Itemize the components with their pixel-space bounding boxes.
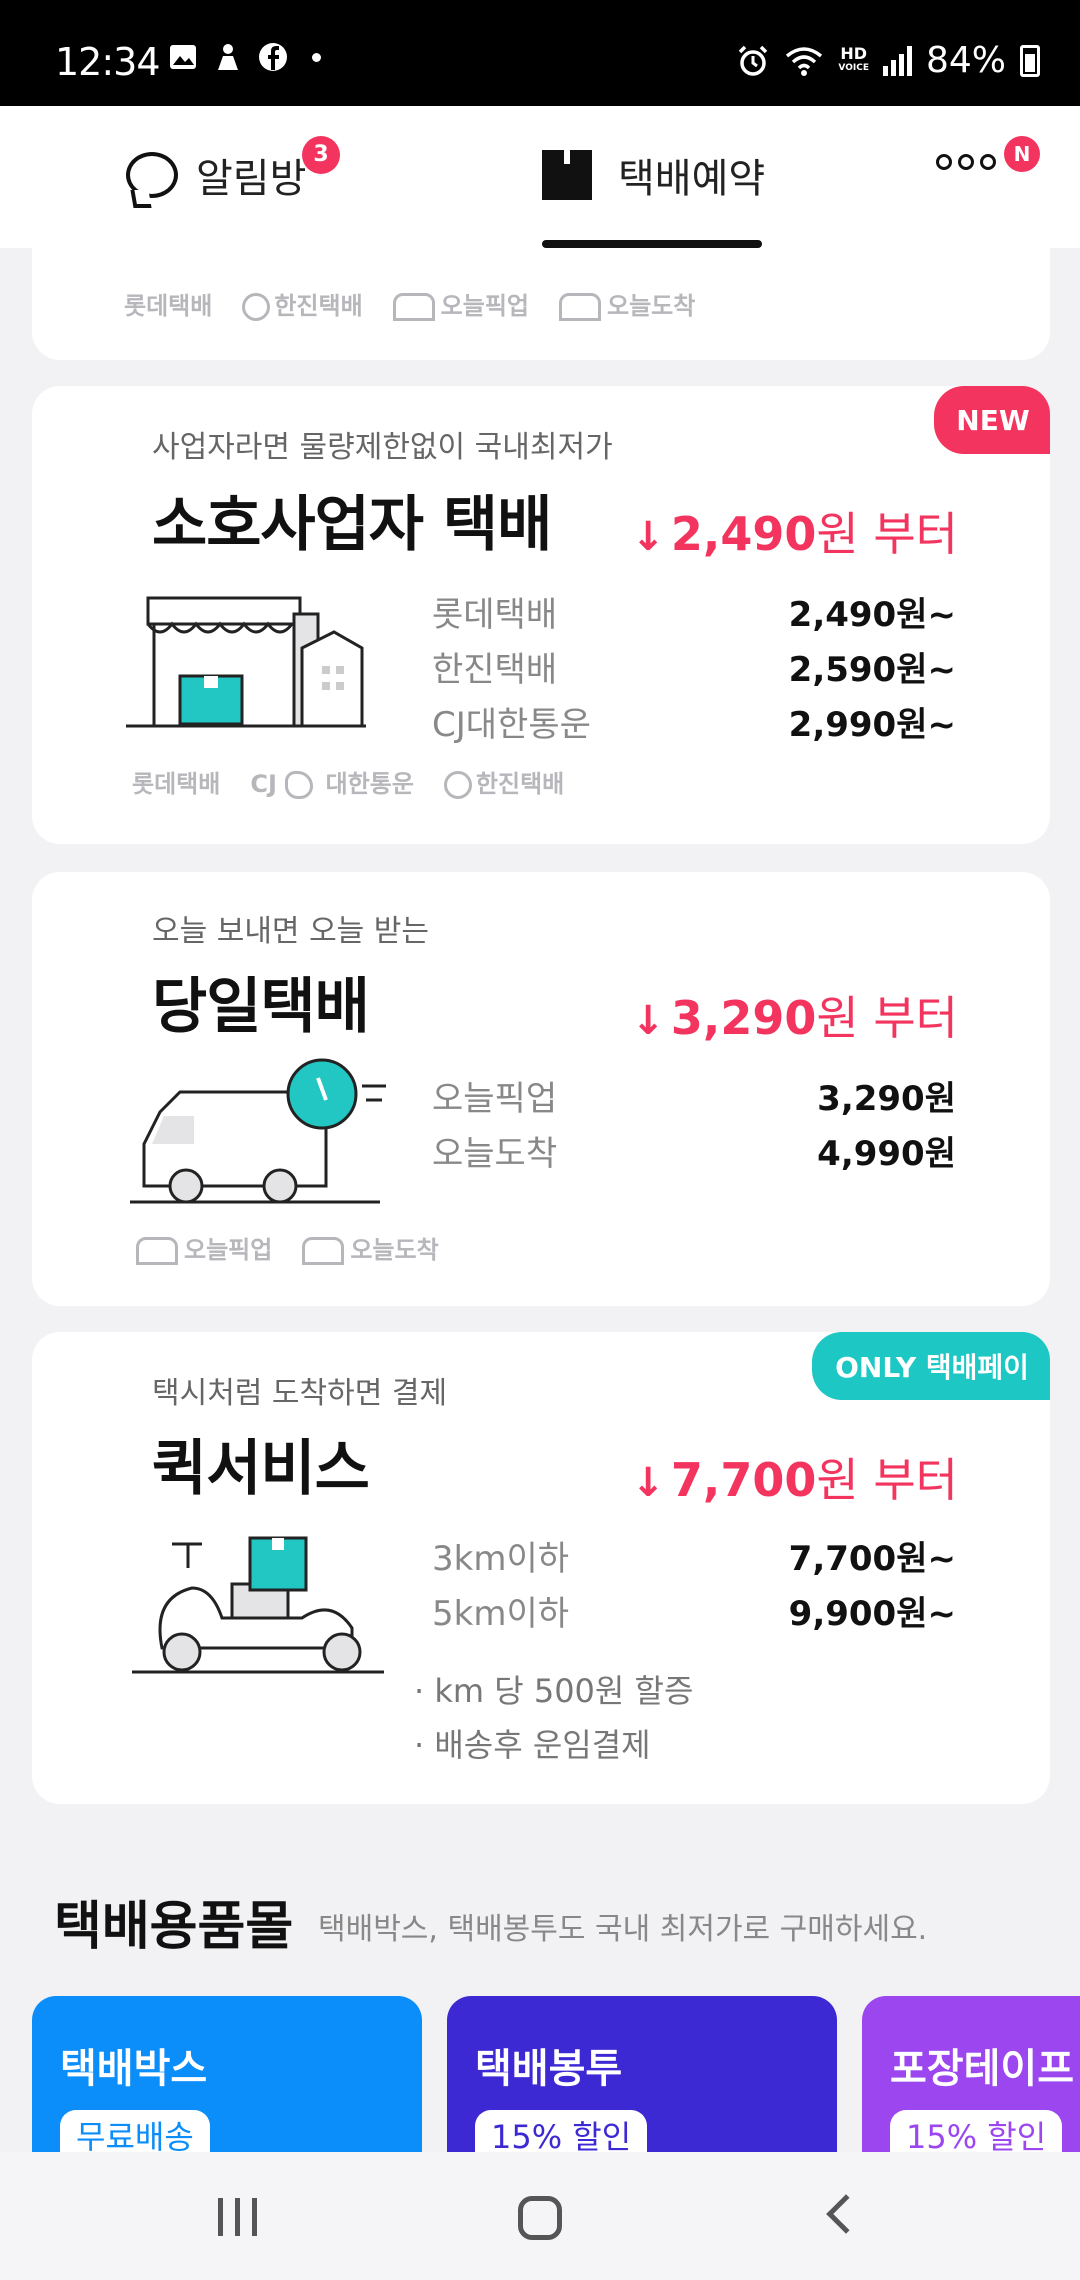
price-from-unit: 원 부터 xyxy=(816,1453,958,1507)
price-row: CJ대한통운 2,990원~ xyxy=(432,705,956,745)
same-day-delivery-card[interactable]: 오늘 보내면 오늘 받는 당일택배 ↓ 3,290원 부터 오늘픽업 3,290원 … xyxy=(32,872,1050,1306)
carrier-logo-today-arrival: 오늘도착 xyxy=(302,1230,439,1265)
alarm-icon xyxy=(739,45,768,76)
system-navigation-bar xyxy=(0,2152,1080,2280)
signal-icon xyxy=(882,45,912,76)
box-icon xyxy=(542,150,592,200)
back-button[interactable] xyxy=(826,2194,866,2234)
card-subtitle: 사업자라면 물량제한없이 국내최저가 xyxy=(152,430,613,465)
new-badge: NEW xyxy=(934,386,1050,454)
chat-bubble-icon xyxy=(126,152,178,198)
shop-section-subtitle: 택배박스, 택배봉투도 국내 최저가로 구매하세요. xyxy=(318,1912,928,1947)
recents-button[interactable] xyxy=(218,2198,257,2236)
quick-service-notes: · km 당 500원 할증 · 배송후 운임결제 xyxy=(414,1666,693,1774)
carrier-logos: 롯데택배 한진택배 오늘픽업 오늘도착 xyxy=(124,286,695,321)
new-badge: N xyxy=(1004,136,1040,172)
down-arrow-icon: ↓ xyxy=(631,998,665,1044)
carrier-logo-lotte: 롯데택배 xyxy=(132,770,221,798)
carrier-logo-today-pickup: 오늘픽업 xyxy=(136,1230,272,1265)
tab-alarm-room[interactable]: 알림방 3 xyxy=(126,136,340,204)
price-from-unit: 원 부터 xyxy=(816,507,958,561)
price-table: 오늘픽업 3,290원 오늘도착 4,990원 xyxy=(432,1068,956,1178)
facebook-icon xyxy=(259,43,287,71)
price-from: ↓ 7,700원 부터 xyxy=(631,1444,958,1510)
battery-percent: 84% xyxy=(925,40,1006,81)
today-logo-icon xyxy=(136,1237,178,1265)
price-from-value: 2,490 xyxy=(670,507,817,561)
carrier-logos: 롯데택배 CJ 대한통운 한진택배 xyxy=(132,764,564,799)
tab-booking-label: 택배예약 xyxy=(618,156,766,202)
price-from: ↓ 3,290원 부터 xyxy=(631,982,958,1048)
tile-badge: 무료배송 xyxy=(60,2110,210,2156)
down-arrow-icon: ↓ xyxy=(631,1460,665,1506)
tab-delivery-booking[interactable]: 택배예약 xyxy=(542,146,765,204)
carrier-logos: 오늘픽업 오늘도착 xyxy=(136,1230,439,1265)
home-button[interactable] xyxy=(518,2196,562,2240)
top-tab-bar: 알림방 3 택배예약 N xyxy=(0,106,1080,248)
soho-business-delivery-card[interactable]: NEW 사업자라면 물량제한없이 국내최저가 소호사업자 택배 ↓ 2,490원 … xyxy=(32,386,1050,844)
alarm-count-badge: 3 xyxy=(302,136,340,174)
shop-tile-box[interactable]: 택배박스 무료배송 xyxy=(32,1996,422,2156)
notification-icons xyxy=(168,42,321,72)
tile-badge: 15% 할인 xyxy=(890,2110,1063,2156)
storefront-icon xyxy=(126,596,366,728)
price-table: 3km이하 7,700원~ 5km이하 9,900원~ xyxy=(432,1528,956,1638)
gallery-icon xyxy=(170,45,196,69)
price-row: 오늘픽업 3,290원 xyxy=(432,1079,956,1119)
price-from-value: 3,290 xyxy=(670,991,817,1045)
only-pay-badge: ONLY 택배페이 xyxy=(812,1332,1050,1400)
card-subtitle: 오늘 보내면 오늘 받는 xyxy=(152,914,430,949)
tab-alarm-label: 알림방 xyxy=(196,156,307,202)
truck-clock-icon xyxy=(130,1058,386,1204)
today-logo-icon xyxy=(558,293,601,321)
hanjin-logo-icon xyxy=(242,293,271,321)
more-dots-icon xyxy=(936,154,996,170)
price-from: ↓ 2,490원 부터 xyxy=(631,498,958,564)
more-notifications-icon xyxy=(312,52,321,62)
carrier-logo-cj: CJ 대한통운 xyxy=(250,770,414,799)
active-tab-indicator xyxy=(542,240,762,248)
tile-name: 택배봉투 xyxy=(475,2046,623,2092)
carrier-logo-hanjin: 한진택배 xyxy=(242,286,363,321)
shop-section-title: 택배용품몰 xyxy=(54,1897,294,1957)
tile-name: 포장테이프 xyxy=(890,2046,1074,2092)
note-surcharge: · km 당 500원 할증 xyxy=(414,1672,694,1710)
quick-service-card[interactable]: ONLY 택배페이 택시처럼 도착하면 결제 퀵서비스 ↓ 7,700원 부터 3… xyxy=(32,1332,1050,1804)
price-row: 롯데택배 2,490원~ xyxy=(432,595,956,635)
person-icon xyxy=(218,44,238,70)
shop-tile-tape[interactable]: 포장테이프 15% 할인 xyxy=(862,1996,1080,2156)
price-row: 오늘도착 4,990원 xyxy=(432,1134,956,1174)
price-from-unit: 원 부터 xyxy=(816,991,958,1045)
price-row: 한진택배 2,590원~ xyxy=(432,650,956,690)
tile-badge: 15% 할인 xyxy=(475,2110,648,2156)
shop-tile-envelope[interactable]: 택배봉투 15% 할인 xyxy=(447,1996,837,2156)
price-table: 롯데택배 2,490원~ 한진택배 2,590원~ CJ대한통운 2,990원~ xyxy=(432,584,956,749)
system-icons: HD VOICE 84% xyxy=(736,40,1040,81)
price-row: 3km이하 7,700원~ xyxy=(432,1539,956,1579)
cj-logo-icon xyxy=(285,771,314,799)
scooter-icon xyxy=(132,1536,384,1674)
card-title: 소호사업자 택배 xyxy=(152,490,552,560)
card-title: 퀵서비스 xyxy=(152,1434,370,1504)
card-title: 당일택배 xyxy=(152,972,370,1042)
today-logo-icon xyxy=(302,1237,345,1265)
down-arrow-icon: ↓ xyxy=(631,514,665,560)
today-logo-icon xyxy=(392,293,435,321)
battery-icon xyxy=(1020,44,1040,77)
carrier-logo-lotte: 롯데택배 xyxy=(124,292,213,320)
hanjin-logo-icon xyxy=(443,771,472,799)
status-bar: 12:34 HD VOICE 84% xyxy=(0,0,1080,106)
carrier-logo-today-pickup: 오늘픽업 xyxy=(392,286,529,321)
card-subtitle: 택시처럼 도착하면 결제 xyxy=(152,1376,448,1411)
price-from-value: 7,700 xyxy=(670,1453,817,1507)
price-row: 5km이하 9,900원~ xyxy=(432,1594,956,1634)
hd-voice-icon: HD VOICE xyxy=(838,43,869,73)
status-time: 12:34 xyxy=(55,40,161,84)
tile-name: 택배박스 xyxy=(60,2046,208,2092)
carrier-logo-today-arrival: 오늘도착 xyxy=(558,286,695,321)
wifi-icon xyxy=(786,46,823,76)
note-payment: · 배송후 운임결제 xyxy=(414,1726,651,1764)
more-menu-button[interactable]: N xyxy=(936,136,1040,172)
carrier-logo-hanjin: 한진택배 xyxy=(443,764,564,799)
